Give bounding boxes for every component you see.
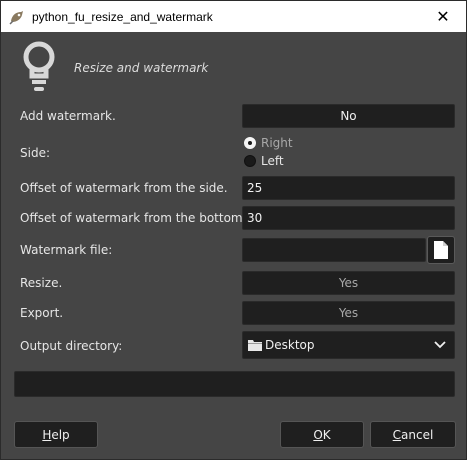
gimp-icon	[9, 10, 23, 25]
close-icon: ✕	[436, 7, 450, 26]
watermark-file-label: Watermark file:	[20, 243, 113, 257]
ok-button[interactable]: OK	[280, 421, 364, 448]
export-label: Export.	[20, 306, 64, 320]
side-option-left[interactable]: Left	[244, 154, 284, 168]
export-toggle[interactable]: Yes	[242, 301, 455, 325]
resize-value: Yes	[338, 276, 359, 290]
watermark-file-input[interactable]	[242, 238, 426, 262]
offset-side-value: 25	[247, 181, 263, 195]
help-mnemonic: H	[42, 427, 52, 442]
folder-icon	[248, 340, 262, 351]
radio-checked-icon	[244, 137, 256, 149]
cancel-mnemonic: C	[392, 427, 402, 442]
close-button[interactable]: ✕	[420, 1, 466, 32]
help-button[interactable]: Help	[14, 421, 98, 448]
offset-bottom-label: Offset of watermark from the bottom.	[20, 211, 247, 225]
offset-side-input[interactable]: 25	[242, 176, 455, 200]
side-option-left-label: Left	[261, 154, 284, 168]
offset-side-label: Offset of watermark from the side.	[20, 181, 228, 195]
chevron-down-icon	[434, 341, 446, 349]
lightbulb-icon	[23, 41, 55, 91]
help-label: elp	[51, 427, 70, 442]
offset-bottom-value: 30	[247, 211, 263, 225]
side-label: Side:	[20, 146, 50, 160]
title-bar: python_fu_resize_and_watermark ✕	[1, 1, 466, 32]
side-option-right-label: Right	[261, 136, 293, 150]
cancel-label: ancel	[401, 427, 434, 442]
dialog-header: Resize and watermark	[21, 41, 461, 97]
dialog-heading: Resize and watermark	[74, 61, 209, 75]
add-watermark-toggle[interactable]: No	[242, 104, 455, 128]
ok-label: K	[322, 427, 331, 442]
cancel-button[interactable]: Cancel	[370, 421, 456, 448]
window-title: python_fu_resize_and_watermark	[32, 9, 213, 24]
browse-file-button[interactable]	[427, 236, 455, 264]
progress-bar	[14, 371, 455, 397]
output-directory-value: Desktop	[265, 338, 315, 352]
output-directory-label: Output directory:	[20, 339, 123, 353]
resize-toggle[interactable]: Yes	[242, 271, 455, 295]
resize-label: Resize.	[20, 276, 63, 290]
ok-mnemonic: O	[313, 427, 323, 442]
side-option-right[interactable]: Right	[244, 136, 293, 150]
export-value: Yes	[338, 306, 359, 320]
output-directory-select[interactable]: Desktop	[242, 331, 455, 359]
radio-unchecked-icon	[244, 155, 256, 167]
offset-bottom-input[interactable]: 30	[242, 206, 455, 230]
document-icon	[434, 241, 448, 259]
add-watermark-value: No	[340, 109, 357, 123]
dialog-window: python_fu_resize_and_watermark ✕ Resize …	[0, 0, 467, 460]
add-watermark-label: Add watermark.	[20, 109, 116, 123]
